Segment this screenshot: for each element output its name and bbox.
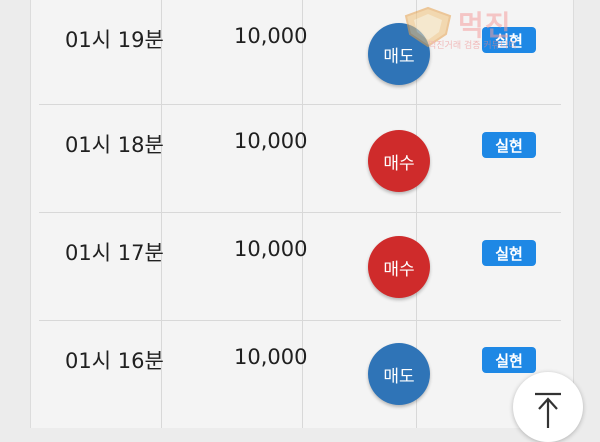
status-badge: 실현 — [482, 347, 536, 373]
trade-side-badge: 매수 — [368, 236, 430, 298]
trade-time: 01시 17분 — [65, 241, 164, 265]
scroll-to-top-button[interactable] — [513, 372, 583, 442]
status-badge: 실현 — [482, 240, 536, 266]
trade-history-table: 01시 19분 10,000 매도 실현 01시 18분 10,000 매수 실… — [39, 0, 561, 428]
table-row: 01시 16분 10,000 매도 실현 — [39, 321, 561, 428]
arrow-up-to-top-icon — [535, 392, 561, 428]
trade-price: 10,000 — [234, 129, 308, 153]
trade-time: 01시 18분 — [65, 133, 164, 157]
trade-price: 10,000 — [234, 345, 308, 369]
status-badge: 실현 — [482, 132, 536, 158]
table-row: 01시 18분 10,000 매수 실현 — [39, 105, 561, 213]
trade-time: 01시 19분 — [65, 28, 164, 52]
trade-side-badge: 매도 — [368, 343, 430, 405]
table-row: 01시 19분 10,000 매도 실현 — [39, 0, 561, 105]
table-row: 01시 17분 10,000 매수 실현 — [39, 213, 561, 321]
trade-price: 10,000 — [234, 237, 308, 261]
status-badge: 실현 — [482, 27, 536, 53]
trade-time: 01시 16분 — [65, 349, 164, 373]
trade-side-badge: 매도 — [368, 23, 430, 85]
trade-price: 10,000 — [234, 24, 308, 48]
trade-side-badge: 매수 — [368, 130, 430, 192]
